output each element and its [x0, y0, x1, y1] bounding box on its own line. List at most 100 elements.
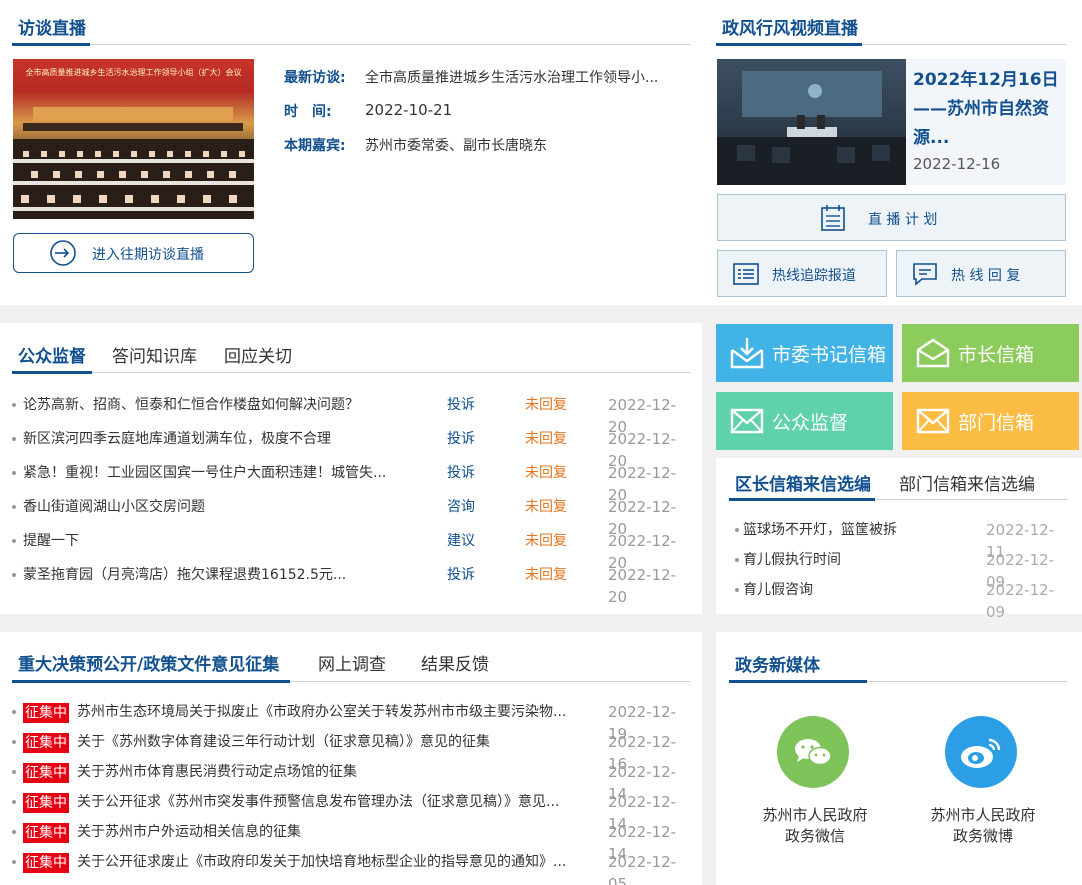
chat-bubble-icon: [913, 263, 937, 286]
department-mailbox[interactable]: 部门信箱: [902, 392, 1079, 450]
list-report-icon: [733, 263, 759, 285]
hotline-tracking-label: 热线追踪报道: [772, 268, 856, 284]
past-interviews-label: 进入往期访谈直播: [92, 247, 204, 263]
letter-item-date: 2022-12-09: [986, 581, 1055, 621]
audience-graphic: [13, 107, 254, 219]
open-envelope-icon: [916, 338, 950, 368]
video-thumbnail[interactable]: [717, 59, 906, 185]
department-mailbox-label: 部门信箱: [958, 412, 1035, 434]
list-item[interactable]: 征集中 关于公开征求废止《市政府印发关于加快培育地标型企业的指导意见的通知》..…: [12, 851, 692, 885]
letter-item-title[interactable]: 篮球场不开灯，篮筐被拆: [743, 519, 897, 541]
list-item[interactable]: 论苏高新、招商、恒泰和仁恒合作楼盘如何解决问题？ 投诉 未回复 2022-12-…: [12, 394, 692, 436]
party-secretary-mailbox-label: 市委书记信箱: [772, 344, 887, 366]
party-secretary-mailbox[interactable]: 市委书记信箱: [716, 324, 893, 382]
studio-graphic: [717, 71, 906, 185]
policy-item-date: 2022-12-05: [608, 853, 677, 885]
bullet-dot: [735, 528, 739, 532]
supervision-item-title[interactable]: 论苏高新、招商、恒泰和仁恒合作楼盘如何解决问题？: [23, 394, 433, 416]
new-media-title-underline: [729, 680, 867, 683]
policy-item-title[interactable]: 关于苏州市体育惠民消费行动定点场馆的征集: [77, 761, 587, 783]
supervision-item-title[interactable]: 蒙圣拖育园（月亮湾店）拖欠课程退费16152.5元...: [23, 564, 433, 586]
weibo-label-line1: 苏州市人民政府: [930, 806, 1036, 824]
letters-title-underline: [729, 498, 875, 501]
tab-public-supervision[interactable]: 公众监督: [18, 342, 86, 367]
wechat-label-line2: 政务微信: [784, 827, 845, 845]
letter-item-title[interactable]: 育儿假执行时间: [743, 549, 841, 571]
supervision-item-title[interactable]: 新区滨河四季云庭地库通道划满车位，极度不合理: [23, 428, 433, 450]
supervision-item-title[interactable]: 香山街道阅湖山小区交房问题: [23, 496, 433, 518]
policy-item-title[interactable]: 关于公开征求废止《市政府印发关于加快培育地标型企业的指导意见的通知》...: [77, 851, 587, 873]
bullet-dot: [735, 558, 739, 562]
mayor-mailbox-label: 市长信箱: [958, 344, 1035, 366]
hotline-reply-button[interactable]: 热 线 回 复: [896, 250, 1066, 297]
policy-item-title[interactable]: 关于公开征求《苏州市突发事件预警信息发布管理办法（征求意见稿）》意见...: [77, 791, 587, 813]
policy-item-title[interactable]: 苏州市生态环境局关于拟废止《市政府办公室关于转发苏州市市级主要污染物...: [77, 701, 587, 723]
time-label: 时 间:: [284, 104, 332, 120]
list-item[interactable]: 蒙圣拖育园（月亮湾店）拖欠课程退费16152.5元... 投诉 未回复 2022…: [12, 564, 692, 606]
tab-result-feedback[interactable]: 结果反馈: [421, 650, 489, 675]
bullet-dot: [12, 800, 16, 804]
collecting-badge: 征集中: [23, 793, 69, 813]
bullet-dot: [12, 860, 16, 864]
supervision-item-type: 投诉: [447, 567, 475, 583]
bullet-dot: [12, 403, 16, 407]
live-schedule-button[interactable]: 直 播 计 划: [717, 194, 1066, 241]
weibo-icon: [961, 738, 1001, 768]
weibo-label-line2: 政务微博: [952, 827, 1013, 845]
list-item[interactable]: 新区滨河四季云庭地库通道划满车位，极度不合理 投诉 未回复 2022-12-20: [12, 428, 692, 470]
video-headline[interactable]: 2022年12月16日——苏州市自然资源...: [913, 66, 1059, 152]
bullet-dot: [12, 471, 16, 475]
enter-arrow-icon: [50, 240, 76, 266]
supervision-title-line: [12, 372, 690, 373]
video-live-section-title[interactable]: 政风行风视频直播: [722, 14, 858, 39]
tab-online-survey[interactable]: 网上调查: [318, 650, 386, 675]
policy-item-title[interactable]: 关于《苏州数字体育建设三年行动计划（征求意见稿）》意见的征集: [77, 731, 587, 753]
hotline-reply-label: 热 线 回 复: [951, 268, 1021, 284]
list-item[interactable]: 育儿假咨询 2022-12-09: [735, 579, 1067, 621]
list-item[interactable]: 紧急！重视！工业园区国宾一号住户大面积违建！城管失... 投诉 未回复 2022…: [12, 462, 692, 504]
supervision-item-type: 咨询: [447, 499, 475, 515]
weibo-circle: [945, 716, 1017, 788]
live-schedule-label: 直 播 计 划: [868, 212, 938, 228]
supervision-item-status: 未回复: [525, 499, 567, 515]
bullet-dot: [12, 770, 16, 774]
supervision-item-title[interactable]: 紧急！重视！工业园区国宾一号住户大面积违建！城管失...: [23, 462, 433, 484]
tab-district-letters[interactable]: 区长信箱来信选编: [735, 470, 871, 495]
public-supervision-mailbox[interactable]: 公众监督: [716, 392, 893, 450]
wechat-link[interactable]: 苏州市人民政府 政务微信: [745, 714, 885, 854]
tab-qa-knowledge[interactable]: 答问知识库: [112, 342, 197, 367]
mayor-mailbox[interactable]: 市长信箱: [902, 324, 1079, 382]
latest-interview-link[interactable]: 全市高质量推进城乡生活污水治理工作领导小...: [365, 67, 680, 87]
weibo-link[interactable]: 苏州市人民政府 政务微博: [913, 714, 1053, 854]
collecting-badge: 征集中: [23, 703, 69, 723]
past-interviews-button[interactable]: 进入往期访谈直播: [13, 233, 254, 273]
supervision-item-status: 未回复: [525, 533, 567, 549]
hotline-tracking-button[interactable]: 热线追踪报道: [717, 250, 887, 297]
supervision-item-type: 投诉: [447, 465, 475, 481]
supervision-item-status: 未回复: [525, 431, 567, 447]
list-item[interactable]: 篮球场不开灯，篮筐被拆 2022-12-11: [735, 519, 1067, 561]
tab-policy-consultation[interactable]: 重大决策预公开/政策文件意见征集: [18, 650, 279, 675]
supervision-item-title[interactable]: 提醒一下: [23, 530, 433, 552]
supervision-item-status: 未回复: [525, 567, 567, 583]
bullet-dot: [12, 710, 16, 714]
list-item[interactable]: 征集中 关于《苏州数字体育建设三年行动计划（征求意见稿）》意见的征集 2022-…: [12, 731, 692, 773]
policy-item-title[interactable]: 关于苏州市户外运动相关信息的征集: [77, 821, 587, 843]
list-item[interactable]: 香山街道阅湖山小区交房问题 咨询 未回复 2022-12-20: [12, 496, 692, 538]
guest-label: 本期嘉宾:: [284, 138, 346, 154]
tab-department-letters[interactable]: 部门信箱来信选编: [899, 470, 1035, 495]
list-item[interactable]: 征集中 关于苏州市户外运动相关信息的征集 2022-12-14: [12, 821, 692, 863]
tab-response-concerns[interactable]: 回应关切: [224, 342, 292, 367]
list-item[interactable]: 征集中 苏州市生态环境局关于拟废止《市政府办公室关于转发苏州市市级主要污染物..…: [12, 701, 692, 743]
new-media-section-title: 政务新媒体: [735, 656, 820, 676]
interview-photo[interactable]: 全市高质量推进城乡生活污水治理工作领导小组（扩大）会议: [13, 59, 254, 219]
list-item[interactable]: 育儿假执行时间 2022-12-09: [735, 549, 1067, 591]
list-item[interactable]: 提醒一下 建议 未回复 2022-12-20: [12, 530, 692, 572]
list-item[interactable]: 征集中 关于公开征求《苏州市突发事件预警信息发布管理办法（征求意见稿）》意见..…: [12, 791, 692, 833]
list-item[interactable]: 征集中 关于苏州市体育惠民消费行动定点场馆的征集 2022-12-14: [12, 761, 692, 803]
letter-item-title[interactable]: 育儿假咨询: [743, 579, 813, 601]
interview-section-title[interactable]: 访谈直播: [18, 14, 86, 39]
supervision-title-underline: [12, 371, 92, 374]
supervision-item-status: 未回复: [525, 465, 567, 481]
supervision-item-type: 投诉: [447, 431, 475, 447]
